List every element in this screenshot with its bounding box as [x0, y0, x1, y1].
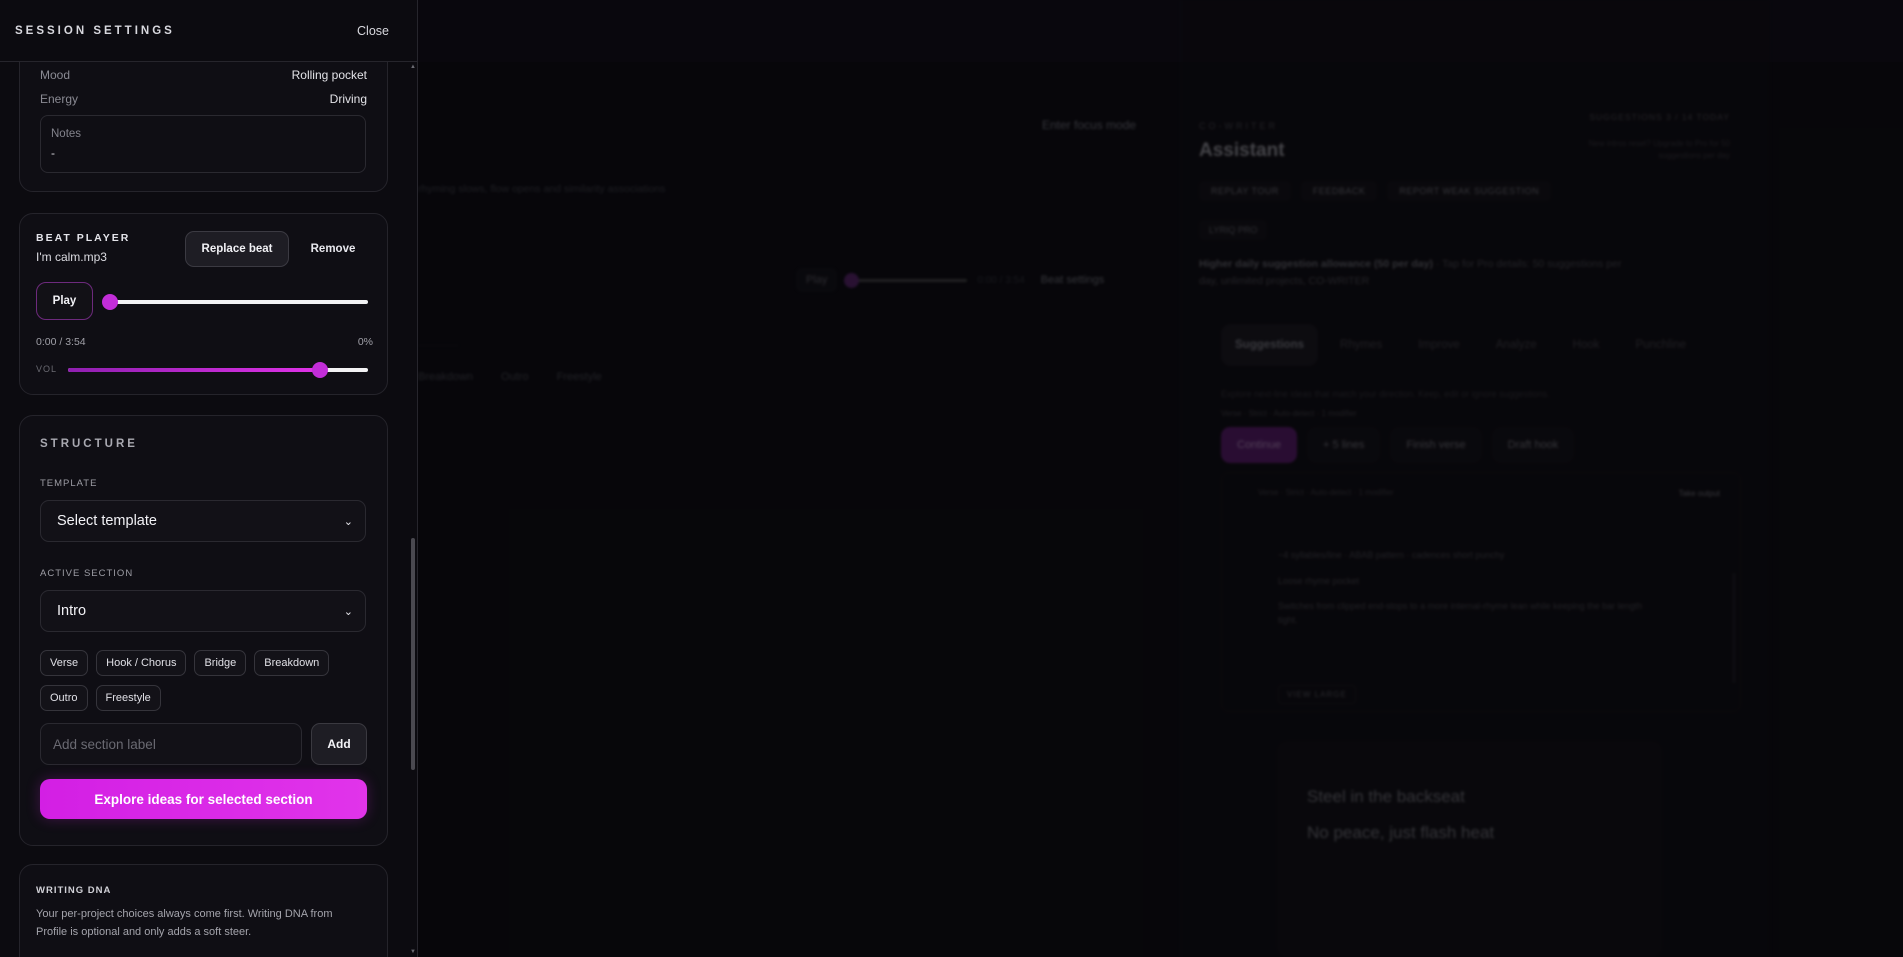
writing-dna-title: WRITING DNA	[36, 885, 112, 896]
active-section-label: ACTIVE SECTION	[40, 568, 134, 579]
playback-time: 0:00 / 3:54	[36, 336, 86, 348]
writing-dna-card: WRITING DNA Your per-project choices alw…	[19, 864, 388, 957]
explore-ideas-button[interactable]: Explore ideas for selected section	[40, 779, 367, 819]
beat-player-card: BEAT PLAYER I'm calm.mp3 Replace beat Re…	[19, 213, 388, 395]
panel-scroll-area: Mood Rolling pocket Energy Driving Notes…	[0, 62, 408, 957]
energy-label: Energy	[40, 92, 79, 106]
section-chip-outro[interactable]: Outro	[40, 685, 88, 711]
active-section-select[interactable]: Intro ⌄	[40, 590, 366, 632]
section-chip-freestyle[interactable]: Freestyle	[95, 685, 161, 711]
scroll-up-icon[interactable]: ▲	[410, 64, 416, 70]
scrollbar-thumb[interactable]	[411, 538, 415, 770]
vibe-card: Mood Rolling pocket Energy Driving Notes…	[19, 62, 388, 192]
beat-file-name: I'm calm.mp3	[36, 250, 107, 264]
section-chip-verse[interactable]: Verse	[40, 650, 89, 676]
mood-label: Mood	[40, 68, 71, 82]
notes-label: Notes	[51, 128, 82, 140]
section-chip-hook-chorus[interactable]: Hook / Chorus	[96, 650, 187, 676]
progress-slider[interactable]	[102, 294, 368, 310]
mood-row: Mood Rolling pocket	[40, 68, 367, 82]
section-chip-breakdown[interactable]: Breakdown	[254, 650, 330, 676]
volume-slider[interactable]	[68, 362, 368, 378]
beat-player-label: BEAT PLAYER	[36, 232, 131, 244]
structure-title: STRUCTURE	[40, 438, 138, 450]
remove-beat-button[interactable]: Remove	[300, 231, 366, 267]
play-button[interactable]: Play	[36, 282, 93, 320]
writing-dna-text: Your per-project choices always come fir…	[36, 908, 333, 938]
structure-card: STRUCTURE TEMPLATE Select template ⌄ ACT…	[19, 415, 388, 846]
template-select-value: Select template	[57, 513, 157, 529]
notes-box: Notes -	[40, 115, 366, 173]
replace-beat-button[interactable]: Replace beat	[185, 231, 289, 267]
active-section-value: Intro	[57, 603, 87, 619]
chevron-down-icon: ⌄	[343, 605, 353, 618]
volume-fill	[68, 368, 320, 372]
progress-knob[interactable]	[102, 294, 118, 310]
template-label: TEMPLATE	[40, 478, 98, 489]
energy-value: Driving	[329, 92, 367, 106]
volume-knob[interactable]	[312, 362, 328, 378]
close-button[interactable]: Close	[357, 24, 389, 38]
panel-scrollbar[interactable]: ▲ ▼	[409, 62, 417, 957]
add-section-button[interactable]: Add	[311, 723, 367, 765]
energy-row: Energy Driving	[40, 92, 367, 106]
section-label-input[interactable]: Add section label	[40, 723, 302, 765]
playback-percent: 0%	[357, 336, 373, 348]
mood-value: Rolling pocket	[291, 68, 367, 82]
scroll-down-icon[interactable]: ▼	[410, 949, 416, 955]
template-select[interactable]: Select template ⌄	[40, 500, 366, 542]
session-settings-panel: SESSION SETTINGS Close Mood Rolling pock…	[0, 0, 418, 957]
panel-header: SESSION SETTINGS Close	[0, 0, 417, 62]
chevron-down-icon: ⌄	[343, 515, 353, 528]
volume-label: VOL	[36, 364, 58, 374]
section-chips: Verse Hook / Chorus Bridge Breakdown Out…	[40, 650, 370, 711]
notes-value: -	[51, 146, 55, 160]
panel-title: SESSION SETTINGS	[15, 24, 175, 37]
section-chip-bridge[interactable]: Bridge	[194, 650, 247, 676]
